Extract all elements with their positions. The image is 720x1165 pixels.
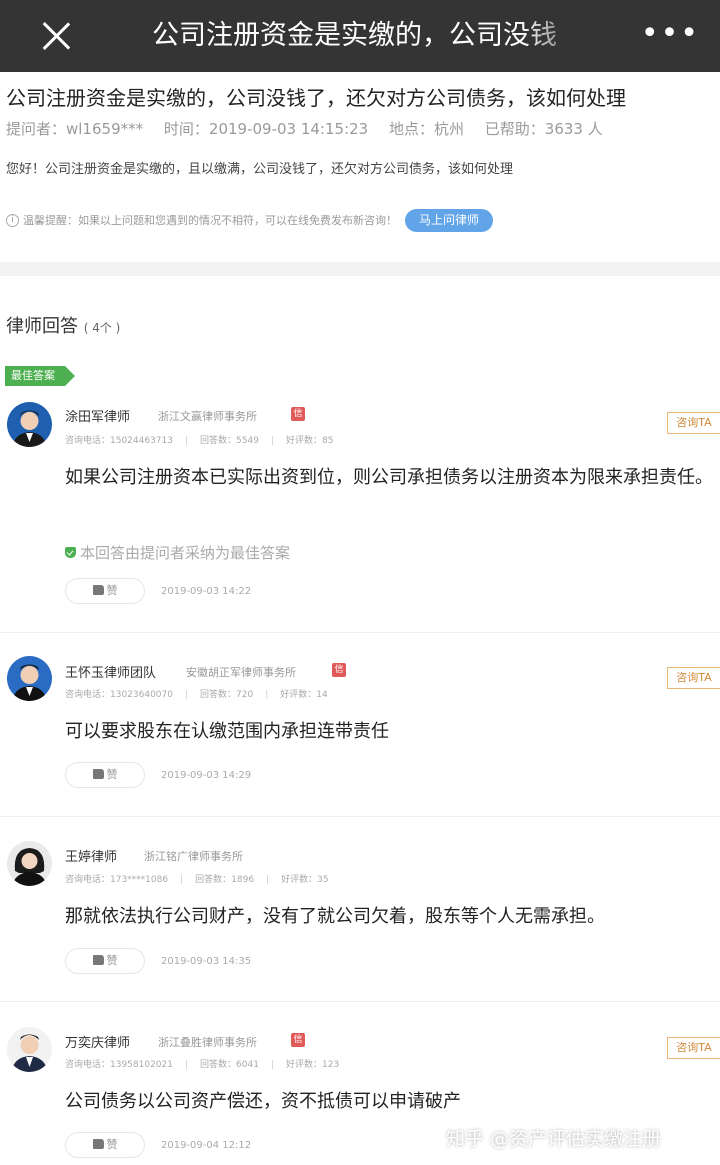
consult-button[interactable]: 咨询TA [667, 412, 720, 434]
law-firm: 浙江铭广律师事务所 [144, 850, 243, 863]
answer-date: 2019-09-03 14:29 [161, 770, 252, 781]
thumb-up-icon [92, 1139, 104, 1149]
lawyer-stats: 咨询电话：173****1086 | 回答数：1896 | 好评数：35 [65, 875, 329, 885]
ask-lawyer-button[interactable]: 马上问律师 [405, 208, 494, 232]
verified-badge: 信 [332, 663, 346, 677]
avatar[interactable] [7, 656, 52, 701]
verified-badge: 信 [291, 1033, 305, 1047]
answer-content: 那就依法执行公司财产，没有了就公司欠着，股东等个人无需承担。 [65, 906, 605, 927]
good-count: 好评数：14 [280, 690, 328, 700]
good-count: 好评数：85 [286, 436, 334, 446]
consult-button[interactable]: 咨询TA [667, 1037, 720, 1059]
phone: 咨询电话：13958102021 [65, 1060, 173, 1070]
answer-content: 如果公司注册资本已实际出资到位，则公司承担债务以注册资本为限来承担责任。 [65, 467, 713, 488]
good-count: 好评数：35 [281, 875, 329, 885]
like-button[interactable]: 赞 [65, 762, 145, 788]
page-title: 公司注册资金是实缴的，公司没钱 [152, 20, 557, 51]
avatar[interactable] [7, 841, 52, 886]
phone: 咨询电话：15024463713 [65, 436, 173, 446]
top-bar: 公司注册资金是实缴的，公司没钱 ••• [0, 0, 720, 72]
helped-count: 已帮助：3633 人 [484, 120, 603, 138]
consult-button[interactable]: 咨询TA [667, 667, 720, 689]
law-firm: 浙江文赢律师事务所 [158, 410, 257, 423]
phone: 咨询电话：173****1086 [65, 875, 169, 885]
answer-count: 回答数：720 [200, 690, 254, 700]
close-icon[interactable] [36, 16, 76, 56]
answer-count: 回答数：6041 [200, 1060, 259, 1070]
question-meta: 提问者：wl1659*** 时间：2019-09-03 14:15:23 地点：… [6, 118, 619, 139]
lawyer-stats: 咨询电话：13958102021 | 回答数：6041 | 好评数：123 [65, 1060, 340, 1070]
answer-content: 公司债务以公司资产偿还，资不抵债可以申请破产 [65, 1091, 461, 1112]
like-button[interactable]: 赞 [65, 578, 145, 604]
law-firm: 安徽胡正军律师事务所 [186, 666, 296, 679]
like-button[interactable]: 赞 [65, 948, 145, 974]
avatar[interactable] [7, 1027, 52, 1072]
card-divider [0, 1001, 720, 1002]
lawyer-stats: 咨询电话：13023640070 | 回答数：720 | 好评数：14 [65, 690, 328, 700]
answer-date: 2019-09-04 12:12 [161, 1140, 252, 1151]
answer-date: 2019-09-03 14:22 [161, 586, 252, 597]
question-title: 公司注册资金是实缴的，公司没钱了，还欠对方公司债务，该如何处理 [6, 86, 626, 110]
lawyer-name[interactable]: 王怀玉律师团队 [65, 662, 156, 681]
lawyer-name[interactable]: 涂田军律师 [65, 406, 130, 425]
answers-header: 律师回答 ( 4个 ) [6, 312, 120, 338]
lawyer-name[interactable]: 万奕庆律师 [65, 1032, 130, 1051]
card-divider [0, 816, 720, 817]
asker: 提问者：wl1659*** [6, 120, 144, 138]
card-divider [0, 632, 720, 633]
question-location: 地点：杭州 [389, 120, 465, 138]
answer-date: 2019-09-03 14:35 [161, 956, 252, 967]
tip-bar: i 温馨提醒：如果以上问题和您遇到的情况不相符，可以在线免费发布新咨询！ 马上问… [6, 208, 494, 232]
answers-label: 律师回答 [6, 316, 78, 337]
answer-content: 可以要求股东在认缴范围内承担连带责任 [65, 721, 389, 742]
adopted-note: 本回答由提问者采纳为最佳答案 [65, 542, 290, 563]
good-count: 好评数：123 [286, 1060, 340, 1070]
lawyer-stats: 咨询电话：15024463713 | 回答数：5549 | 好评数：85 [65, 436, 334, 446]
like-button[interactable]: 赞 [65, 1132, 145, 1158]
tip-text: 温馨提醒：如果以上问题和您遇到的情况不相符，可以在线免费发布新咨询！ [23, 214, 397, 227]
shield-check-icon [65, 547, 76, 558]
verified-badge: 信 [291, 407, 305, 421]
thumb-up-icon [92, 585, 104, 595]
answers-count: ( 4个 ) [83, 321, 121, 335]
phone: 咨询电话：13023640070 [65, 690, 173, 700]
question-time: 时间：2019-09-03 14:15:23 [163, 120, 369, 138]
law-firm: 浙江叠胜律师事务所 [158, 1036, 257, 1049]
section-divider [0, 262, 720, 276]
thumb-up-icon [92, 955, 104, 965]
answer-count: 回答数：1896 [195, 875, 255, 885]
answer-count: 回答数：5549 [200, 436, 259, 446]
info-icon: i [6, 213, 19, 227]
adopted-text: 本回答由提问者采纳为最佳答案 [80, 544, 291, 562]
best-answer-badge: 最佳答案 [5, 366, 75, 386]
thumb-up-icon [92, 769, 104, 779]
more-menu-icon[interactable]: ••• [641, 0, 700, 68]
avatar[interactable] [7, 402, 52, 447]
question-body: 您好！公司注册资金是实缴的，且以缴满，公司没钱了，还欠对方公司债务，该如何处理 [6, 162, 514, 177]
watermark: 知乎 @资产评估实缴注册 [446, 1128, 662, 1150]
lawyer-name[interactable]: 王婷律师 [65, 846, 117, 865]
